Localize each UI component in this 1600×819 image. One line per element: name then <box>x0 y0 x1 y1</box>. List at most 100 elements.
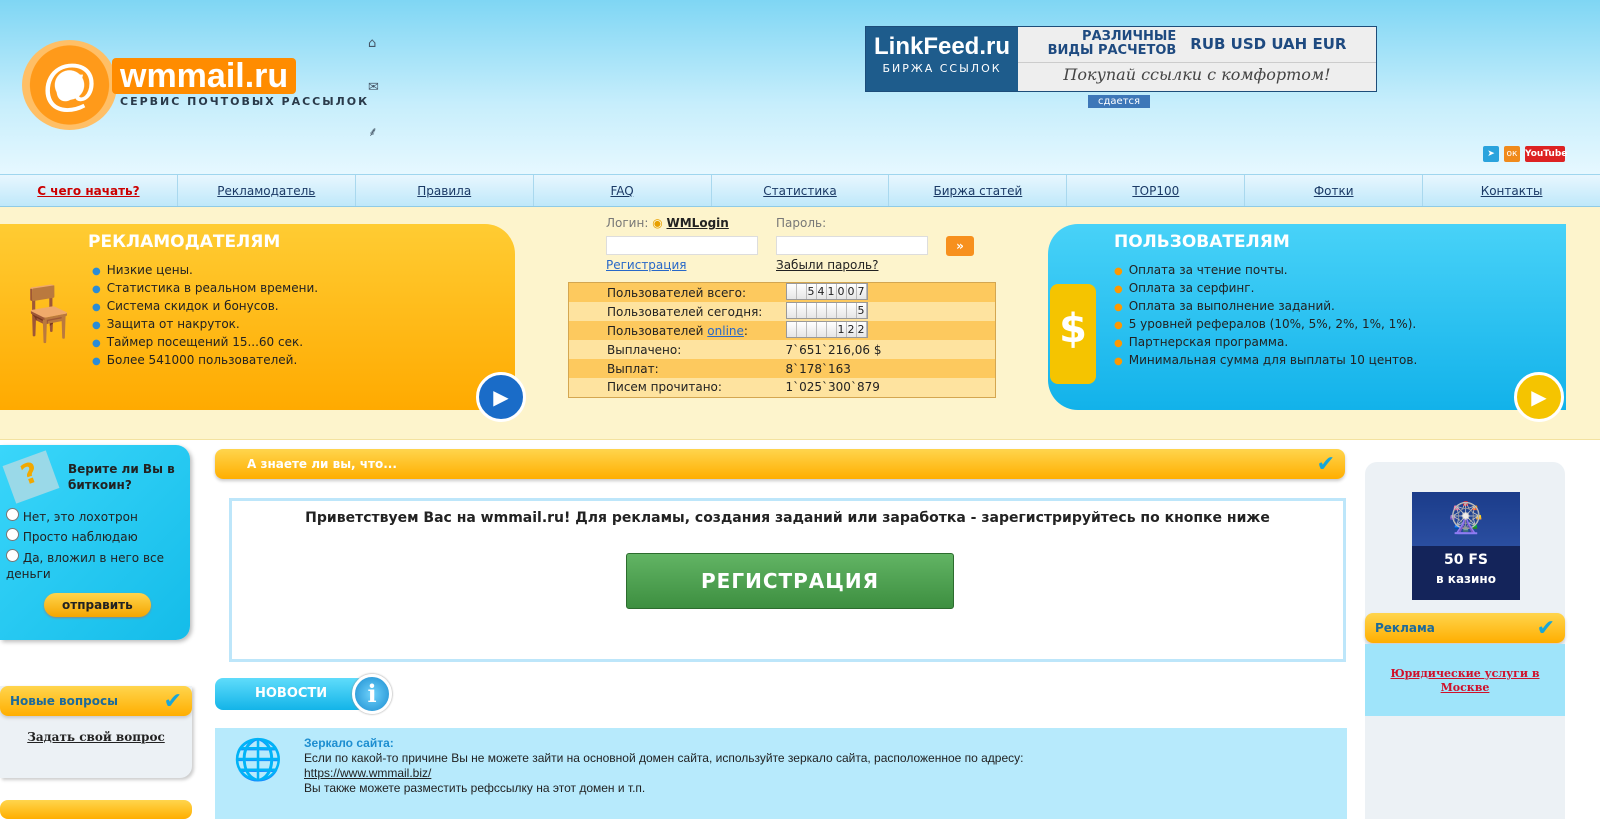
nav-advertiser[interactable]: Рекламодатель <box>176 175 355 206</box>
advertisers-panel: РЕКЛАМОДАТЕЛЯМ 🪑 Низкие цены. Статистика… <box>0 224 526 422</box>
banner-currencies: RUB USD UAH EUR <box>1190 35 1347 53</box>
banner-line1b: ВИДЫ РАСЧЕТОВ <box>1047 43 1177 58</box>
register-link[interactable]: Регистрация <box>606 258 686 272</box>
stat-label: Писем прочитано: <box>607 380 722 395</box>
chair-icon: 🪑 <box>14 282 82 345</box>
online-users-counter: 122 <box>785 321 868 338</box>
nav-top100[interactable]: TOP100 <box>1066 175 1244 206</box>
poll-radio[interactable] <box>6 528 19 541</box>
list-item: 5 уровней рефералов (10%, 5%, 2%, 1%, 1%… <box>1114 316 1417 334</box>
ask-question-link[interactable]: Задать свой вопрос <box>0 730 192 744</box>
online-link[interactable]: online <box>707 324 744 338</box>
poll-question: Верите ли Вы в биткоин? <box>68 462 175 492</box>
mail-icon[interactable]: ✉ <box>368 80 379 95</box>
login-submit-button[interactable]: » <box>946 236 974 256</box>
stat-value: 1`025`300`879 <box>785 380 880 395</box>
advertisers-play-button[interactable]: ▶ <box>476 372 526 422</box>
register-button[interactable]: РЕГИСТРАЦИЯ <box>626 553 954 609</box>
advertisers-list: Низкие цены. Статистика в реальном време… <box>92 262 318 370</box>
next-widget-header <box>0 800 192 819</box>
poll-submit-button[interactable]: отправить <box>44 593 151 617</box>
roulette-icon: 🎡 <box>1412 492 1520 546</box>
main-nav: С чего начать? Рекламодатель Правила FAQ… <box>0 174 1600 207</box>
stat-label: Пользователей online: <box>607 323 748 338</box>
news-text: Если по какой-то причине Вы не можете за… <box>304 751 1024 765</box>
casino-ad-line2: в казино <box>1436 572 1496 586</box>
legal-services-ad-link[interactable]: Юридические услуги в Москве <box>1390 667 1539 694</box>
banner-brand-sub: БИРЖА ССЫЛОК <box>882 62 1002 75</box>
ads-header: Реклама ✔ <box>1365 613 1565 643</box>
list-item: Статистика в реальном времени. <box>92 280 318 298</box>
nav-articles[interactable]: Биржа статей <box>888 175 1066 206</box>
login-input[interactable] <box>606 236 758 255</box>
nav-faq[interactable]: FAQ <box>532 175 711 206</box>
did-you-know-title: А знаете ли вы, что... <box>247 457 397 471</box>
total-users-counter: 541007 <box>785 283 868 300</box>
questions-header: Новые вопросы ✔ <box>0 686 192 716</box>
youtube-icon[interactable]: YouTube <box>1525 146 1567 162</box>
list-item: Оплата за чтение почты. <box>1114 262 1417 280</box>
stat-value: 8`178`163 <box>785 361 851 376</box>
logo-at-icon[interactable]: @ <box>22 40 117 130</box>
question-icon: ? <box>2 450 60 504</box>
info-icon: i <box>352 674 392 714</box>
checkmark-icon: ✔ <box>163 688 182 714</box>
checkmark-icon: ✔ <box>1536 615 1555 641</box>
ads-sidebar: 🎡 50 FS в казино Реклама ✔ Юридические ус… <box>1365 462 1565 819</box>
table-row: Пользователей online: 1 2 2 <box>568 321 996 340</box>
poll-radio[interactable] <box>6 549 19 562</box>
table-row: Пользователей сегодня: 5 <box>568 302 996 321</box>
stat-value: 7`651`216,06 $ <box>785 342 882 357</box>
list-item: Таймер посещений 15...60 сек. <box>92 334 318 352</box>
password-label: Пароль: <box>776 216 827 230</box>
table-row: Выплат: 8`178`163 <box>568 359 996 378</box>
table-row: Пользователей всего: 5 4 1 0 0 7 <box>568 282 996 302</box>
forgot-password-link[interactable]: Забыли пароль? <box>776 258 928 272</box>
logo[interactable]: wmmail.ru <box>112 58 297 94</box>
banner-slogan: Покупай ссылки с комфортом! <box>1018 62 1376 84</box>
users-play-button[interactable]: ▶ <box>1514 372 1564 422</box>
questions-widget: Новые вопросы ✔ Задать свой вопрос <box>0 686 192 778</box>
wmlogin-icon[interactable]: ◉ <box>652 216 662 230</box>
casino-ad-line1: 50 FS <box>1443 552 1488 568</box>
login-label: Логин: <box>606 216 649 230</box>
table-row: Выплачено: 7`651`216,06 $ <box>568 340 996 359</box>
users-panel: ПОЛЬЗОВАТЕЛЯМ $ Оплата за чтение почты. … <box>1048 224 1566 422</box>
advertisers-title: РЕКЛАМОДАТЕЛЯМ <box>88 232 281 252</box>
nav-photos[interactable]: Фотки <box>1244 175 1422 206</box>
list-item: Низкие цены. <box>92 262 318 280</box>
poll-option: Нет, это лохотрон <box>6 507 186 527</box>
linkfeed-banner[interactable]: LinkFeed.ru БИРЖА ССЫЛОК РАЗЛИЧНЫЕ ВИДЫ РА… <box>865 26 1377 92</box>
nav-getting-started[interactable]: С чего начать? <box>0 175 177 206</box>
home-icon[interactable]: ⌂ <box>368 36 376 51</box>
header: @ wmmail.ru СЕРВИС ПОЧТОВЫХ РАССЫЛОК ⌂ ✉… <box>0 0 1600 174</box>
poll-radio[interactable] <box>6 508 19 521</box>
casino-ad-banner[interactable]: 🎡 50 FS в казино <box>1412 492 1520 600</box>
banner-line1a: РАЗЛИЧНЫЕ <box>1082 29 1177 44</box>
list-item: Минимальная сумма для выплаты 10 центов. <box>1114 352 1418 370</box>
welcome-box: Приветствуем Вас на wmmail.ru! Для рекла… <box>229 498 1346 662</box>
sitemap-icon[interactable]: ⸙ <box>368 122 378 140</box>
password-input[interactable] <box>776 236 928 255</box>
odnoklassniki-icon[interactable]: ок <box>1504 146 1520 162</box>
poll-option: Просто наблюдаю <box>6 527 186 547</box>
logo-subtitle: СЕРВИС ПОЧТОВЫХ РАССЫЛОК <box>120 95 370 108</box>
stat-label: Выплачено: <box>607 342 682 357</box>
wmlogin-link[interactable]: WMLogin <box>667 216 729 230</box>
nav-contacts[interactable]: Контакты <box>1422 175 1600 206</box>
mirror-link[interactable]: https://www.wmmail.biz/ <box>304 766 1024 781</box>
money-mouse-icon: $ <box>1050 284 1096 384</box>
poll-option: Да, вложил в него все деньги <box>6 549 164 581</box>
users-list: Оплата за чтение почты. Оплата за серфин… <box>1114 262 1418 370</box>
list-item: Оплата за выполнение заданий. <box>1114 298 1417 316</box>
telegram-icon[interactable]: ➤ <box>1483 146 1499 162</box>
nav-rules[interactable]: Правила <box>354 175 533 206</box>
did-you-know-bar: А знаете ли вы, что... ✔ <box>215 449 1345 479</box>
ad-rent-label[interactable]: сдается <box>1088 95 1151 108</box>
banner-brand: LinkFeed.ru <box>873 33 1011 60</box>
poll-widget: ? Верите ли Вы в биткоин? Нет, это лохот… <box>0 445 190 640</box>
today-users-counter: 5 <box>785 302 868 319</box>
nav-statistics[interactable]: Статистика <box>710 175 889 206</box>
news-tab[interactable]: НОВОСТИ <box>215 678 365 710</box>
stat-label: Выплат: <box>607 361 659 376</box>
